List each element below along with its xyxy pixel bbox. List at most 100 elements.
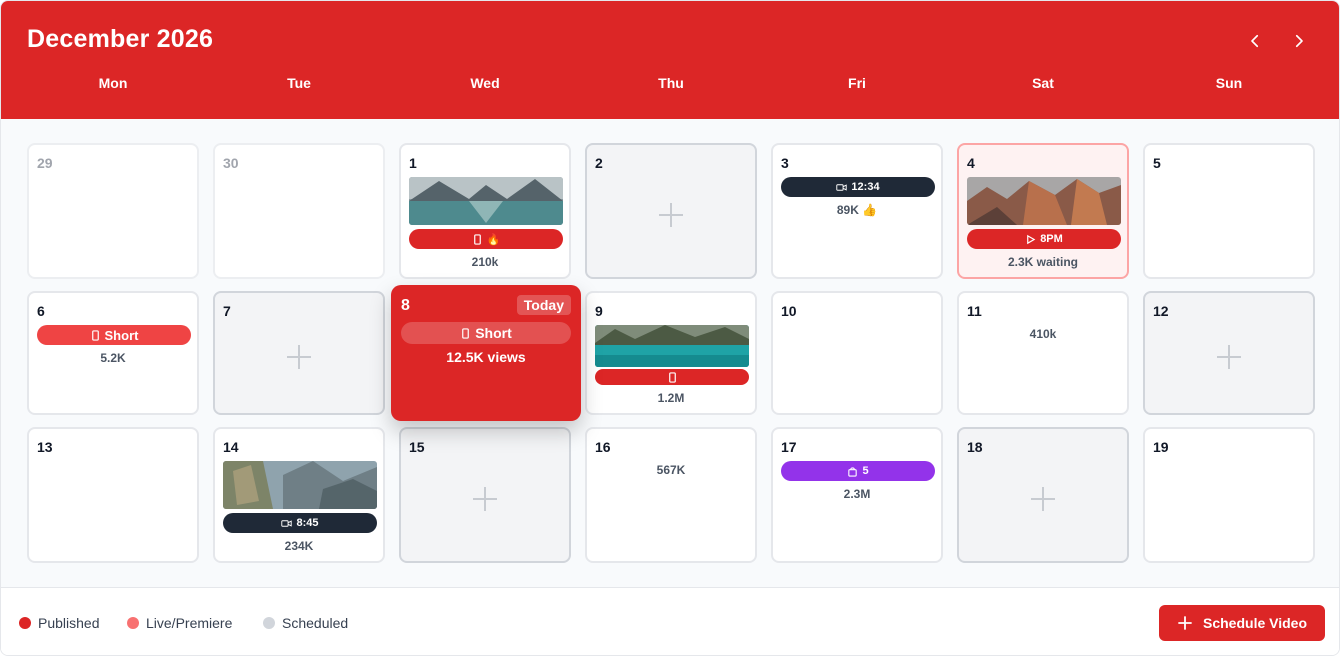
day-cell-4[interactable]: 4 8PM 2.3K waiting: [957, 143, 1129, 279]
schedule-video-button[interactable]: Schedule Video: [1159, 605, 1325, 641]
play-icon: [1027, 234, 1036, 244]
day-cell-11[interactable]: 11 410k: [957, 291, 1129, 415]
scheduled-dot-icon: [263, 617, 275, 629]
legend-scheduled: Scheduled: [263, 615, 348, 631]
add-video-icon[interactable]: [473, 487, 497, 511]
phone-icon: [668, 371, 676, 383]
day-cell-prev-30[interactable]: 30: [213, 143, 385, 279]
day-cell-19[interactable]: 19: [1143, 427, 1315, 563]
view-count: 1.2M: [657, 391, 685, 405]
pill-label: Short: [104, 327, 139, 343]
waiting-count: 2.3K waiting: [1007, 255, 1078, 269]
day-number: 30: [223, 155, 239, 171]
video-thumbnail[interactable]: [409, 177, 563, 225]
pill-label: 12:34: [851, 181, 880, 193]
day-cell-8-today[interactable]: 8 Today Short 12.5K views: [391, 285, 581, 421]
add-video-icon[interactable]: [1031, 487, 1055, 511]
pill-label: 5: [862, 465, 869, 477]
chevron-left-icon: [1251, 34, 1259, 48]
day-number: 16: [595, 439, 611, 455]
day-cell-16[interactable]: 16 567K: [585, 427, 757, 563]
video-thumbnail[interactable]: [223, 461, 377, 509]
video-camera-icon: [836, 183, 848, 191]
day-number: 7: [223, 303, 231, 319]
day-cell-6[interactable]: 6 Short 5.2K: [27, 291, 199, 415]
pill-label: 8:45: [296, 517, 319, 529]
day-cell-5[interactable]: 5: [1143, 143, 1315, 279]
view-count: 12.5K views: [446, 349, 526, 365]
video-camera-icon: [281, 519, 293, 527]
legend-live: Live/Premiere: [127, 615, 232, 631]
video-thumbnail[interactable]: [595, 325, 749, 367]
day-cell-2[interactable]: 2: [585, 143, 757, 279]
day-number: 11: [967, 303, 982, 319]
chevron-right-icon: [1295, 34, 1303, 48]
day-number: 18: [967, 439, 983, 455]
day-cell-18[interactable]: 18: [957, 427, 1129, 563]
weekday-sat: Sat: [1032, 75, 1054, 91]
member-post-pill[interactable]: 5: [781, 461, 935, 481]
day-cell-15[interactable]: 15: [399, 427, 571, 563]
day-number: 4: [967, 155, 975, 171]
pill-label: 8PM: [1040, 233, 1063, 245]
plus-icon: [1178, 616, 1192, 630]
short-video-pill[interactable]: [595, 369, 749, 385]
next-month-button[interactable]: [1285, 27, 1313, 55]
published-dot-icon: [19, 617, 31, 629]
view-count: 410k: [1029, 327, 1057, 341]
day-number: 13: [37, 439, 53, 455]
legend-label: Published: [38, 615, 100, 631]
weekday-thu: Thu: [658, 75, 684, 91]
video-duration-pill[interactable]: 8:45: [223, 513, 377, 533]
legend-label: Scheduled: [282, 615, 349, 631]
weekday-tue: Tue: [287, 75, 311, 91]
pill-label: Short: [475, 325, 512, 341]
day-cell-7[interactable]: 7: [213, 291, 385, 415]
premiere-time-pill[interactable]: 8PM: [967, 229, 1121, 249]
day-cell-1[interactable]: 1 🔥 210k: [399, 143, 571, 279]
calendar-app: December 2026 Mon Tue Wed Thu Fri Sat Su…: [0, 0, 1340, 656]
legend-published: Published: [19, 615, 100, 631]
add-video-icon[interactable]: [1217, 345, 1241, 369]
phone-icon: [91, 329, 99, 341]
day-cell-12[interactable]: 12: [1143, 291, 1315, 415]
video-duration-pill[interactable]: 12:34: [781, 177, 935, 197]
day-number: 2: [595, 155, 603, 171]
video-thumbnail[interactable]: [967, 177, 1121, 225]
previous-month-button[interactable]: [1241, 27, 1269, 55]
weekday-row: Mon Tue Wed Thu Fri Sat Sun: [27, 75, 1317, 95]
day-number: 5: [1153, 155, 1161, 171]
phone-icon: [473, 233, 481, 245]
today-badge: Today: [516, 295, 571, 315]
day-number: 12: [1153, 303, 1169, 319]
view-count: 5.2K: [100, 351, 126, 365]
day-number: 19: [1153, 439, 1169, 455]
day-cell-prev-29[interactable]: 29: [27, 143, 199, 279]
day-number: 14: [223, 439, 239, 455]
day-cell-10[interactable]: 10: [771, 291, 943, 415]
weekday-wed: Wed: [470, 75, 500, 91]
weekday-sun: Sun: [1215, 75, 1243, 91]
add-video-icon[interactable]: [287, 345, 311, 369]
day-number: 15: [409, 439, 425, 455]
live-dot-icon: [127, 617, 139, 629]
day-cell-14[interactable]: 14 8:45 234K: [213, 427, 385, 563]
weekday-fri: Fri: [848, 75, 866, 91]
view-count: 210k: [471, 255, 499, 269]
short-video-pill[interactable]: Short: [37, 325, 191, 345]
schedule-button-label: Schedule Video: [1203, 615, 1307, 631]
month-title: December 2026: [27, 25, 214, 53]
phone-icon: [462, 327, 470, 339]
short-video-pill[interactable]: 🔥: [409, 229, 563, 249]
day-number: 8: [401, 297, 410, 314]
weekday-mon: Mon: [98, 75, 128, 91]
short-video-pill[interactable]: Short: [401, 322, 571, 344]
day-cell-3[interactable]: 3 12:34 89K 👍: [771, 143, 943, 279]
turquoise-lake-thumbnail: [595, 325, 749, 367]
day-cell-13[interactable]: 13: [27, 427, 199, 563]
legend-label: Live/Premiere: [146, 615, 233, 631]
day-cell-17[interactable]: 17 5 2.3M: [771, 427, 943, 563]
add-video-icon[interactable]: [659, 203, 683, 227]
day-cell-9[interactable]: 9 1.2M: [585, 291, 757, 415]
day-number: 10: [781, 303, 797, 319]
